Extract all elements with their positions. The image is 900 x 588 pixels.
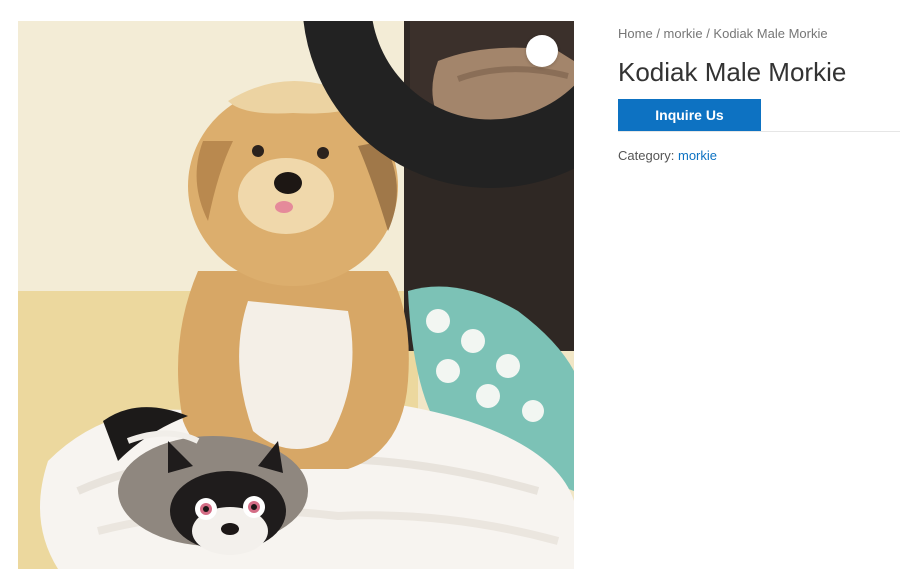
category-label: Category:: [618, 148, 678, 164]
breadcrumb: Home / morkie / Kodiak Male Morkie: [618, 26, 900, 43]
search-icon: [264, 21, 574, 325]
zoom-button[interactable]: [303, 21, 574, 188]
product-summary: Home / morkie / Kodiak Male Morkie Kodia…: [618, 21, 900, 163]
divider: [618, 131, 900, 133]
category-link[interactable]: morkie: [678, 148, 717, 163]
breadcrumb-current: Kodiak Male Morkie: [713, 26, 828, 41]
product-meta: Category: morkie: [618, 148, 900, 163]
product-title: Kodiak Male Morkie: [618, 56, 847, 87]
breadcrumb-separator: /: [656, 26, 664, 41]
product-actions: Inquire Us: [618, 99, 900, 133]
product-image-gallery[interactable]: [18, 21, 574, 569]
breadcrumb-home[interactable]: Home: [618, 26, 653, 41]
inquire-button[interactable]: Inquire Us: [618, 99, 761, 132]
breadcrumb-category[interactable]: morkie: [664, 26, 703, 41]
